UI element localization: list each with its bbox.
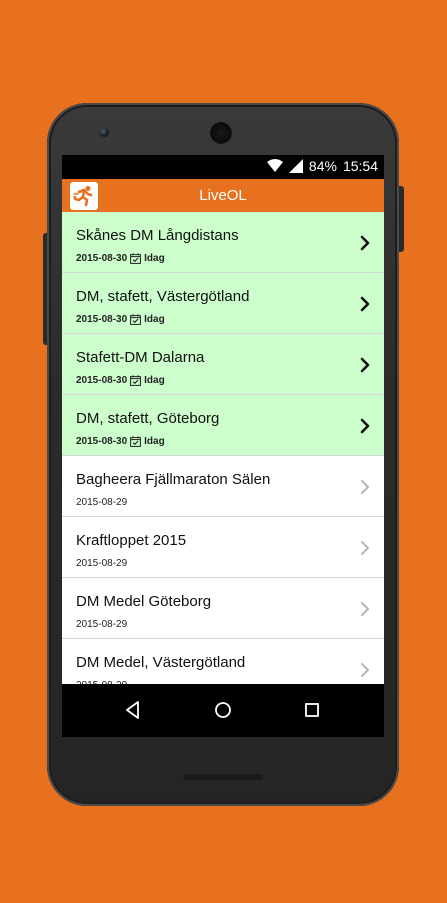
earpiece-speaker <box>210 122 232 144</box>
event-meta: 2015-08-30 Idag <box>76 314 165 325</box>
today-badge: Idag <box>144 314 165 325</box>
chevron-right-icon <box>361 541 369 555</box>
event-meta: 2015-08-30 Idag <box>76 253 165 264</box>
event-meta: 2015-08-29 <box>76 619 127 630</box>
wifi-icon <box>266 159 283 172</box>
bottom-speaker <box>183 774 263 780</box>
phone-power-button <box>399 186 404 252</box>
today-badge: Idag <box>144 253 165 264</box>
app-title: LiveOL <box>199 187 247 204</box>
calendar-check-icon <box>130 436 142 447</box>
home-icon[interactable] <box>211 698 235 722</box>
list-item[interactable]: DM, stafett, Västergötland 2015-08-30 Idag <box>62 273 384 334</box>
list-item[interactable]: Kraftloppet 2015 2015-08-29 <box>62 517 384 578</box>
front-camera <box>99 127 109 137</box>
event-name: DM Medel Göteborg <box>76 593 212 610</box>
chevron-right-icon <box>361 663 369 677</box>
event-name: DM Medel, Västergötland <box>76 654 246 671</box>
event-date: 2015-08-29 <box>76 497 128 508</box>
list-item[interactable]: DM Medel Göteborg 2015-08-29 <box>62 578 384 639</box>
recents-icon[interactable] <box>300 698 324 722</box>
chevron-right-icon <box>360 296 370 312</box>
event-name: DM, stafett, Västergötland <box>76 288 250 305</box>
event-date: 2015-08-30 <box>76 375 128 386</box>
calendar-check-icon <box>130 314 142 325</box>
event-meta: 2015-08-30 Idag <box>76 375 165 386</box>
battery-level: 84% <box>308 158 337 174</box>
today-badge: Idag <box>144 436 165 447</box>
event-date: 2015-08-29 <box>76 558 128 569</box>
today-badge: Idag <box>144 375 165 386</box>
event-name: Bagheera Fjällmaraton Sälen <box>76 471 271 488</box>
chevron-right-icon <box>360 357 370 373</box>
event-date: 2015-08-30 <box>76 314 128 325</box>
chevron-right-icon <box>361 602 369 616</box>
event-meta: 2015-08-29 <box>76 558 127 569</box>
event-meta: 2015-08-29 <box>76 497 127 508</box>
event-name: Kraftloppet 2015 <box>76 532 187 549</box>
back-icon[interactable] <box>121 698 145 722</box>
status-bar: 84% 15:54 <box>62 155 384 179</box>
calendar-check-icon <box>130 375 142 386</box>
list-item[interactable]: DM Medel, Västergötland2015-08-29 <box>62 639 384 684</box>
app-bar: LiveOL <box>62 179 384 212</box>
event-name: Skånes DM Långdistans <box>76 227 239 244</box>
event-list[interactable]: Skånes DM Långdistans 2015-08-30 Idag DM, s… <box>62 212 384 684</box>
calendar-check-icon <box>130 253 142 264</box>
list-item[interactable]: Skånes DM Långdistans 2015-08-30 Idag <box>62 212 384 273</box>
list-item[interactable]: Bagheera Fjällmaraton Sälen 2015-08-29 <box>62 456 384 517</box>
phone-screen: 84% 15:54 LiveOL Skånes DM Långdistans 20… <box>62 155 384 737</box>
event-name: Stafett-DM Dalarna <box>76 349 205 366</box>
event-name: DM, stafett, Göteborg <box>76 410 220 427</box>
navigation-bar <box>62 684 384 737</box>
list-item[interactable]: Stafett-DM Dalarna 2015-08-30 Idag <box>62 334 384 395</box>
event-date: 2015-08-30 <box>76 436 128 447</box>
clock: 15:54 <box>342 158 378 174</box>
list-item[interactable]: DM, stafett, Göteborg 2015-08-30 Idag <box>62 395 384 456</box>
chevron-right-icon <box>361 480 369 494</box>
chevron-right-icon <box>360 235 370 251</box>
event-meta: 2015-08-30 Idag <box>76 436 165 447</box>
signal-icon <box>288 159 303 173</box>
event-date: 2015-08-29 <box>76 619 128 630</box>
chevron-right-icon <box>360 418 370 434</box>
event-date: 2015-08-30 <box>76 253 128 264</box>
